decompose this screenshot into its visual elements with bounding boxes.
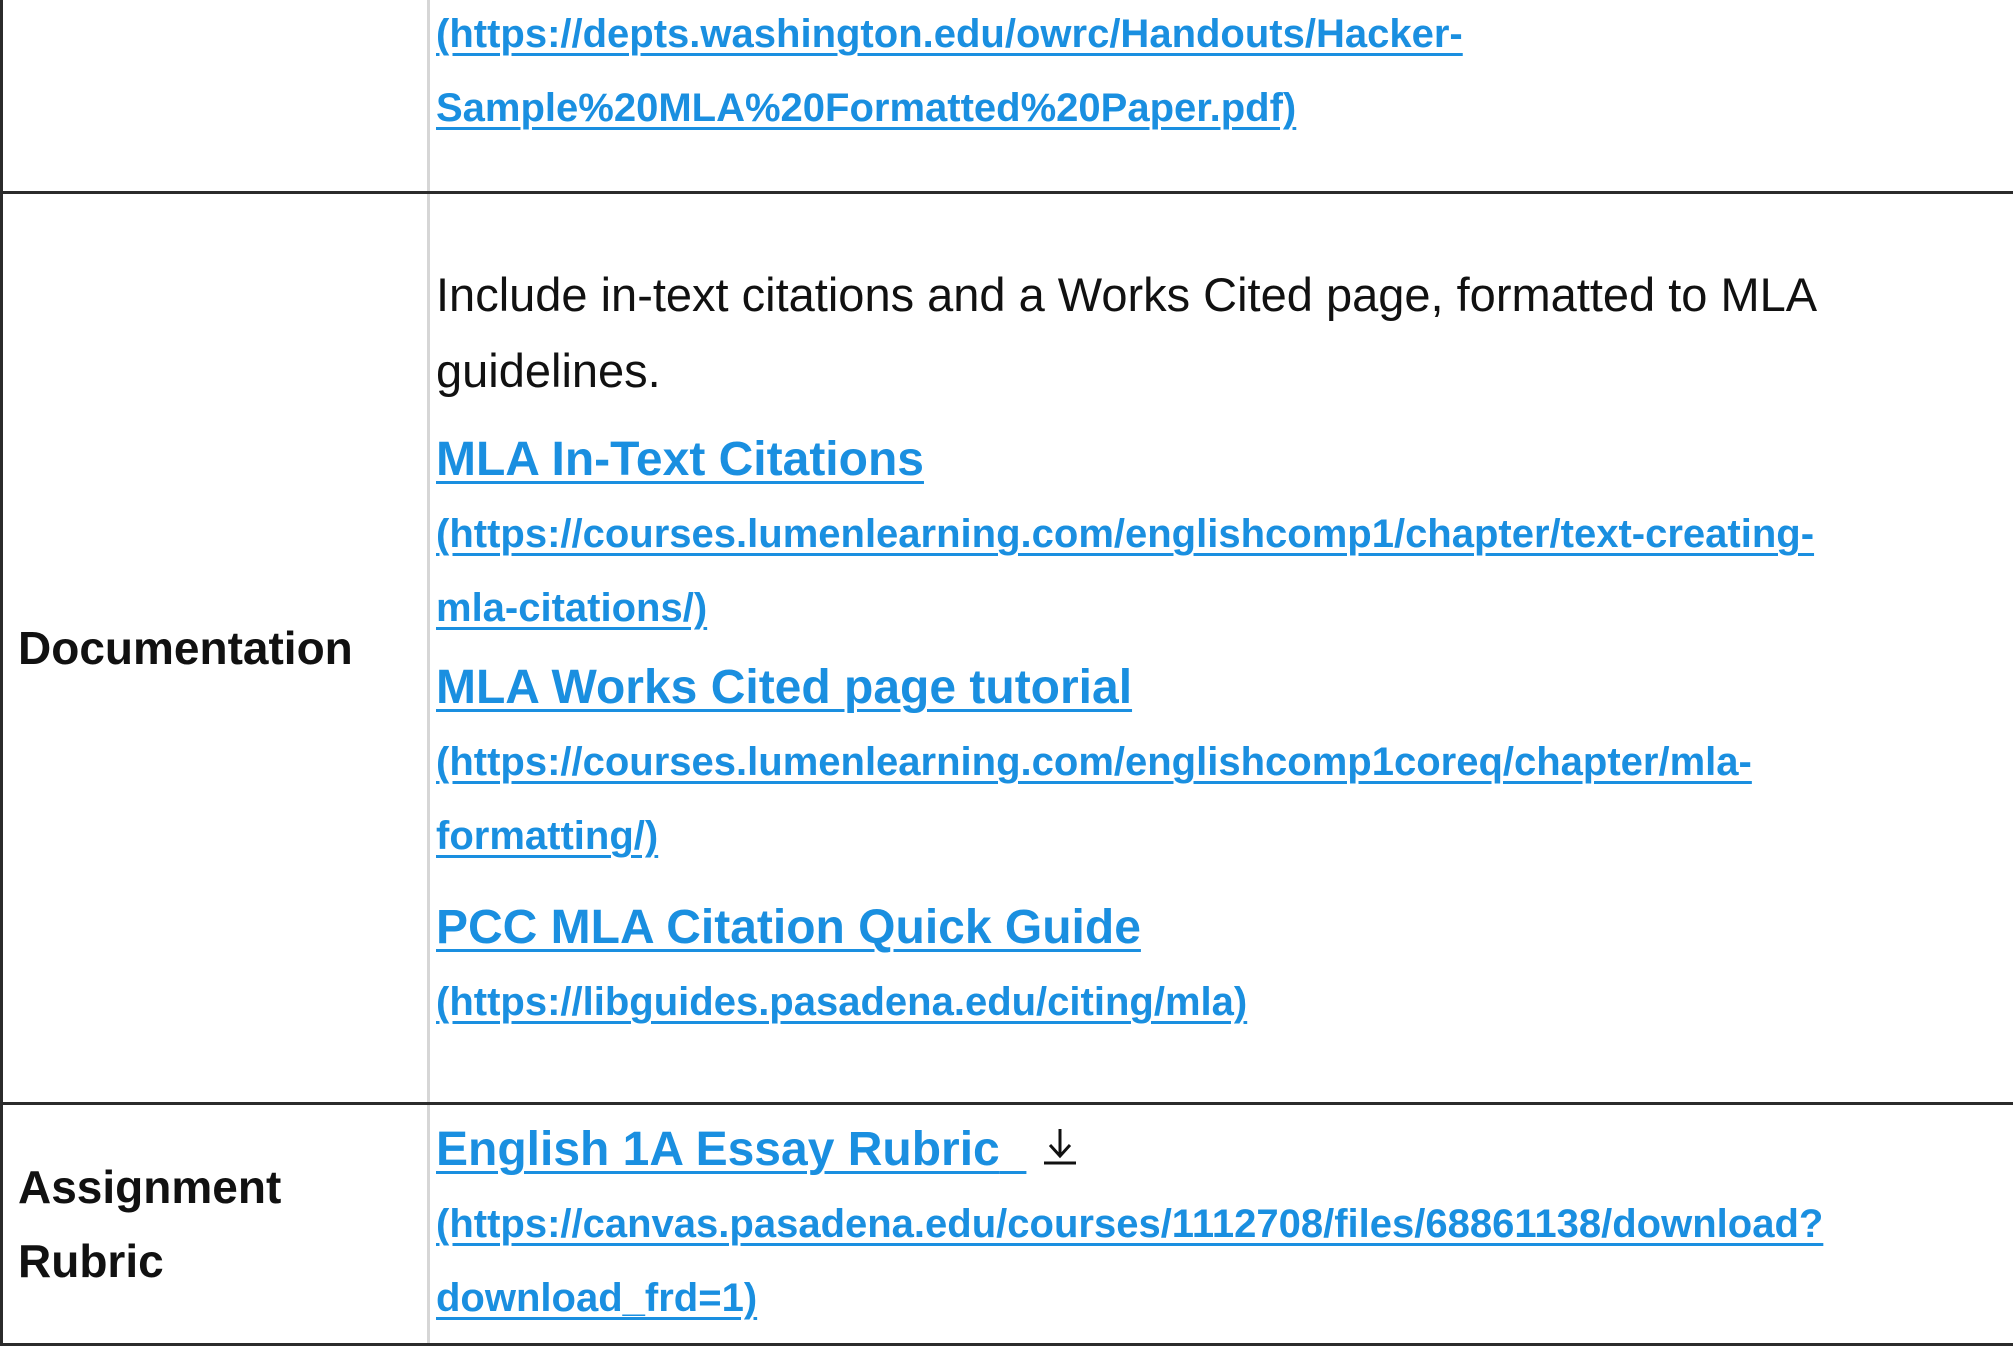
pcc-mla-quick-guide-url-line1: (https://libguides.pasadena.edu/citing/m… (436, 980, 1248, 1024)
documentation-label-cell: Documentation (0, 191, 430, 1105)
rubric-label-line2: Rubric (18, 1235, 164, 1287)
rubric-content-cell: English 1A Essay Rubric (https://canvas.… (427, 1102, 2013, 1346)
table-row-rubric: Assignment Rubric English 1A Essay Rubri… (0, 1102, 2013, 1346)
documentation-content-cell: Include in-text citations and a Works Ci… (427, 191, 2013, 1105)
mla-in-text-url-line1: (https://courses.lumenlearning.com/engli… (436, 512, 1815, 556)
mla-in-text-citations-link[interactable]: MLA In-Text Citations (436, 423, 2013, 497)
rubric-label-line1: Assignment (18, 1161, 282, 1213)
hacker-sample-url-link[interactable]: (https://depts.washington.edu/owrc/Hando… (436, 0, 2013, 145)
english-1a-rubric-url-line2: download_frd=1) (436, 1276, 758, 1320)
mla-works-cited-url-line2: formatting/) (436, 814, 659, 858)
english-1a-rubric-link[interactable]: English 1A Essay Rubric (436, 1113, 2013, 1187)
mla-in-text-citations-url[interactable]: (https://courses.lumenlearning.com/engli… (436, 497, 2013, 645)
english-1a-rubric-title: English 1A Essay Rubric (436, 1123, 1000, 1176)
documentation-label: Documentation (18, 622, 353, 674)
mla-works-cited-url-line1: (https://courses.lumenlearning.com/engli… (436, 740, 1752, 784)
mla-works-cited-link[interactable]: MLA Works Cited page tutorial (436, 651, 2013, 725)
pcc-mla-quick-guide-link[interactable]: PCC MLA Citation Quick Guide (436, 891, 2013, 965)
english-1a-rubric-url-line1: (https://canvas.pasadena.edu/courses/111… (436, 1202, 1824, 1246)
english-1a-rubric-url[interactable]: (https://canvas.pasadena.edu/courses/111… (436, 1187, 2013, 1335)
rubric-label-cell: Assignment Rubric (0, 1102, 430, 1346)
assignment-details-table: (https://depts.washington.edu/owrc/Hando… (0, 0, 2013, 1346)
documentation-intro: Include in-text citations and a Works Ci… (436, 257, 2013, 409)
table-row-top: (https://depts.washington.edu/owrc/Hando… (0, 0, 2013, 194)
hacker-sample-url-line2: Sample%20MLA%20Formatted%20Paper.pdf) (436, 86, 1297, 130)
documentation-intro-line1: Include in-text citations and a Works Ci… (436, 268, 1818, 321)
table-row-documentation: Documentation Include in-text citations … (0, 191, 2013, 1105)
documentation-intro-line2: guidelines. (436, 344, 661, 397)
top-content-cell: (https://depts.washington.edu/owrc/Hando… (427, 0, 2013, 194)
hacker-sample-url-line1: (https://depts.washington.edu/owrc/Hando… (436, 12, 1463, 56)
rubric-label: Assignment Rubric (3, 1150, 427, 1298)
download-icon[interactable] (1040, 1125, 1080, 1169)
top-label-cell (0, 0, 430, 194)
pcc-mla-quick-guide-url[interactable]: (https://libguides.pasadena.edu/citing/m… (436, 965, 2013, 1039)
mla-in-text-url-line2: mla-citations/) (436, 586, 708, 630)
mla-works-cited-url[interactable]: (https://courses.lumenlearning.com/engli… (436, 725, 2013, 873)
